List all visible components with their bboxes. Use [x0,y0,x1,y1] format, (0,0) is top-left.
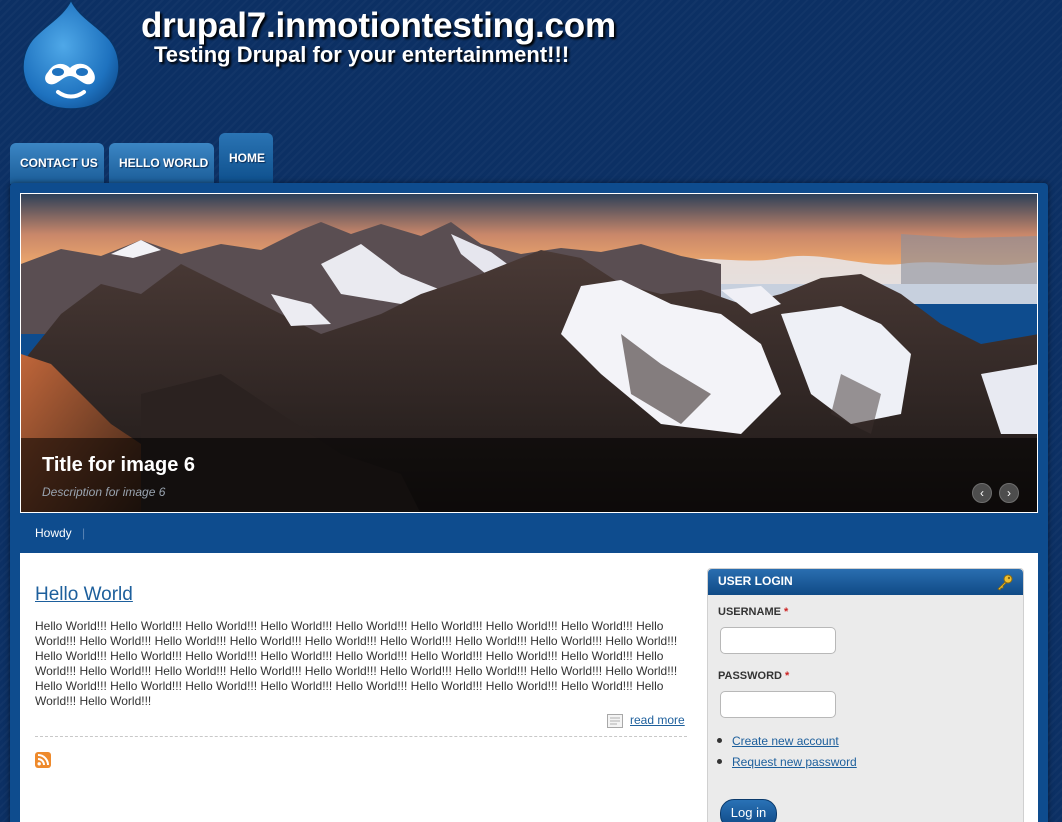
rss-feed-icon[interactable] [35,752,51,768]
tab-hello-world[interactable]: HELLO WORLD [109,143,214,184]
user-login-header: USER LOGIN [708,569,1023,595]
subnav-separator: | [82,526,86,540]
read-more-icon [607,714,623,728]
node-divider [35,736,687,737]
list-bullet [717,738,722,743]
site-slogan: Testing Drupal for your entertainment!!! [154,42,570,67]
password-label: PASSWORD * [718,670,790,682]
site-name[interactable]: drupal7.inmotiontesting.com [141,6,616,46]
user-login-title: USER LOGIN [718,574,793,588]
username-input[interactable] [720,627,836,654]
slide-description: Description for image 6 [42,485,166,499]
username-label: USERNAME * [718,606,789,618]
slideshow: Title for image 6 Description for image … [20,193,1038,513]
log-in-button[interactable]: Log in [720,799,777,822]
tab-contact-us[interactable]: CONTACT US [10,143,104,184]
read-more-link[interactable]: read more [630,713,685,727]
node-title-link[interactable]: Hello World [35,584,133,606]
subnav-item-howdy[interactable]: Howdy [35,526,72,540]
tab-home[interactable]: HOME [219,133,273,184]
drupal-logo[interactable] [20,0,122,110]
required-marker: * [785,670,790,682]
create-account-link[interactable]: Create new account [732,734,839,748]
slide-title: Title for image 6 [42,454,196,476]
key-icon [997,574,1013,591]
request-password-link[interactable]: Request new password [732,755,857,769]
password-input[interactable] [720,691,836,718]
slideshow-prev-icon[interactable]: ‹ [972,483,992,503]
slideshow-next-icon[interactable]: › [999,483,1019,503]
slideshow-caption: Title for image 6 Description for image … [21,438,1037,512]
list-bullet [717,759,722,764]
required-marker: * [784,606,789,618]
node-body: Hello World!!! Hello World!!! Hello Worl… [35,619,678,708]
